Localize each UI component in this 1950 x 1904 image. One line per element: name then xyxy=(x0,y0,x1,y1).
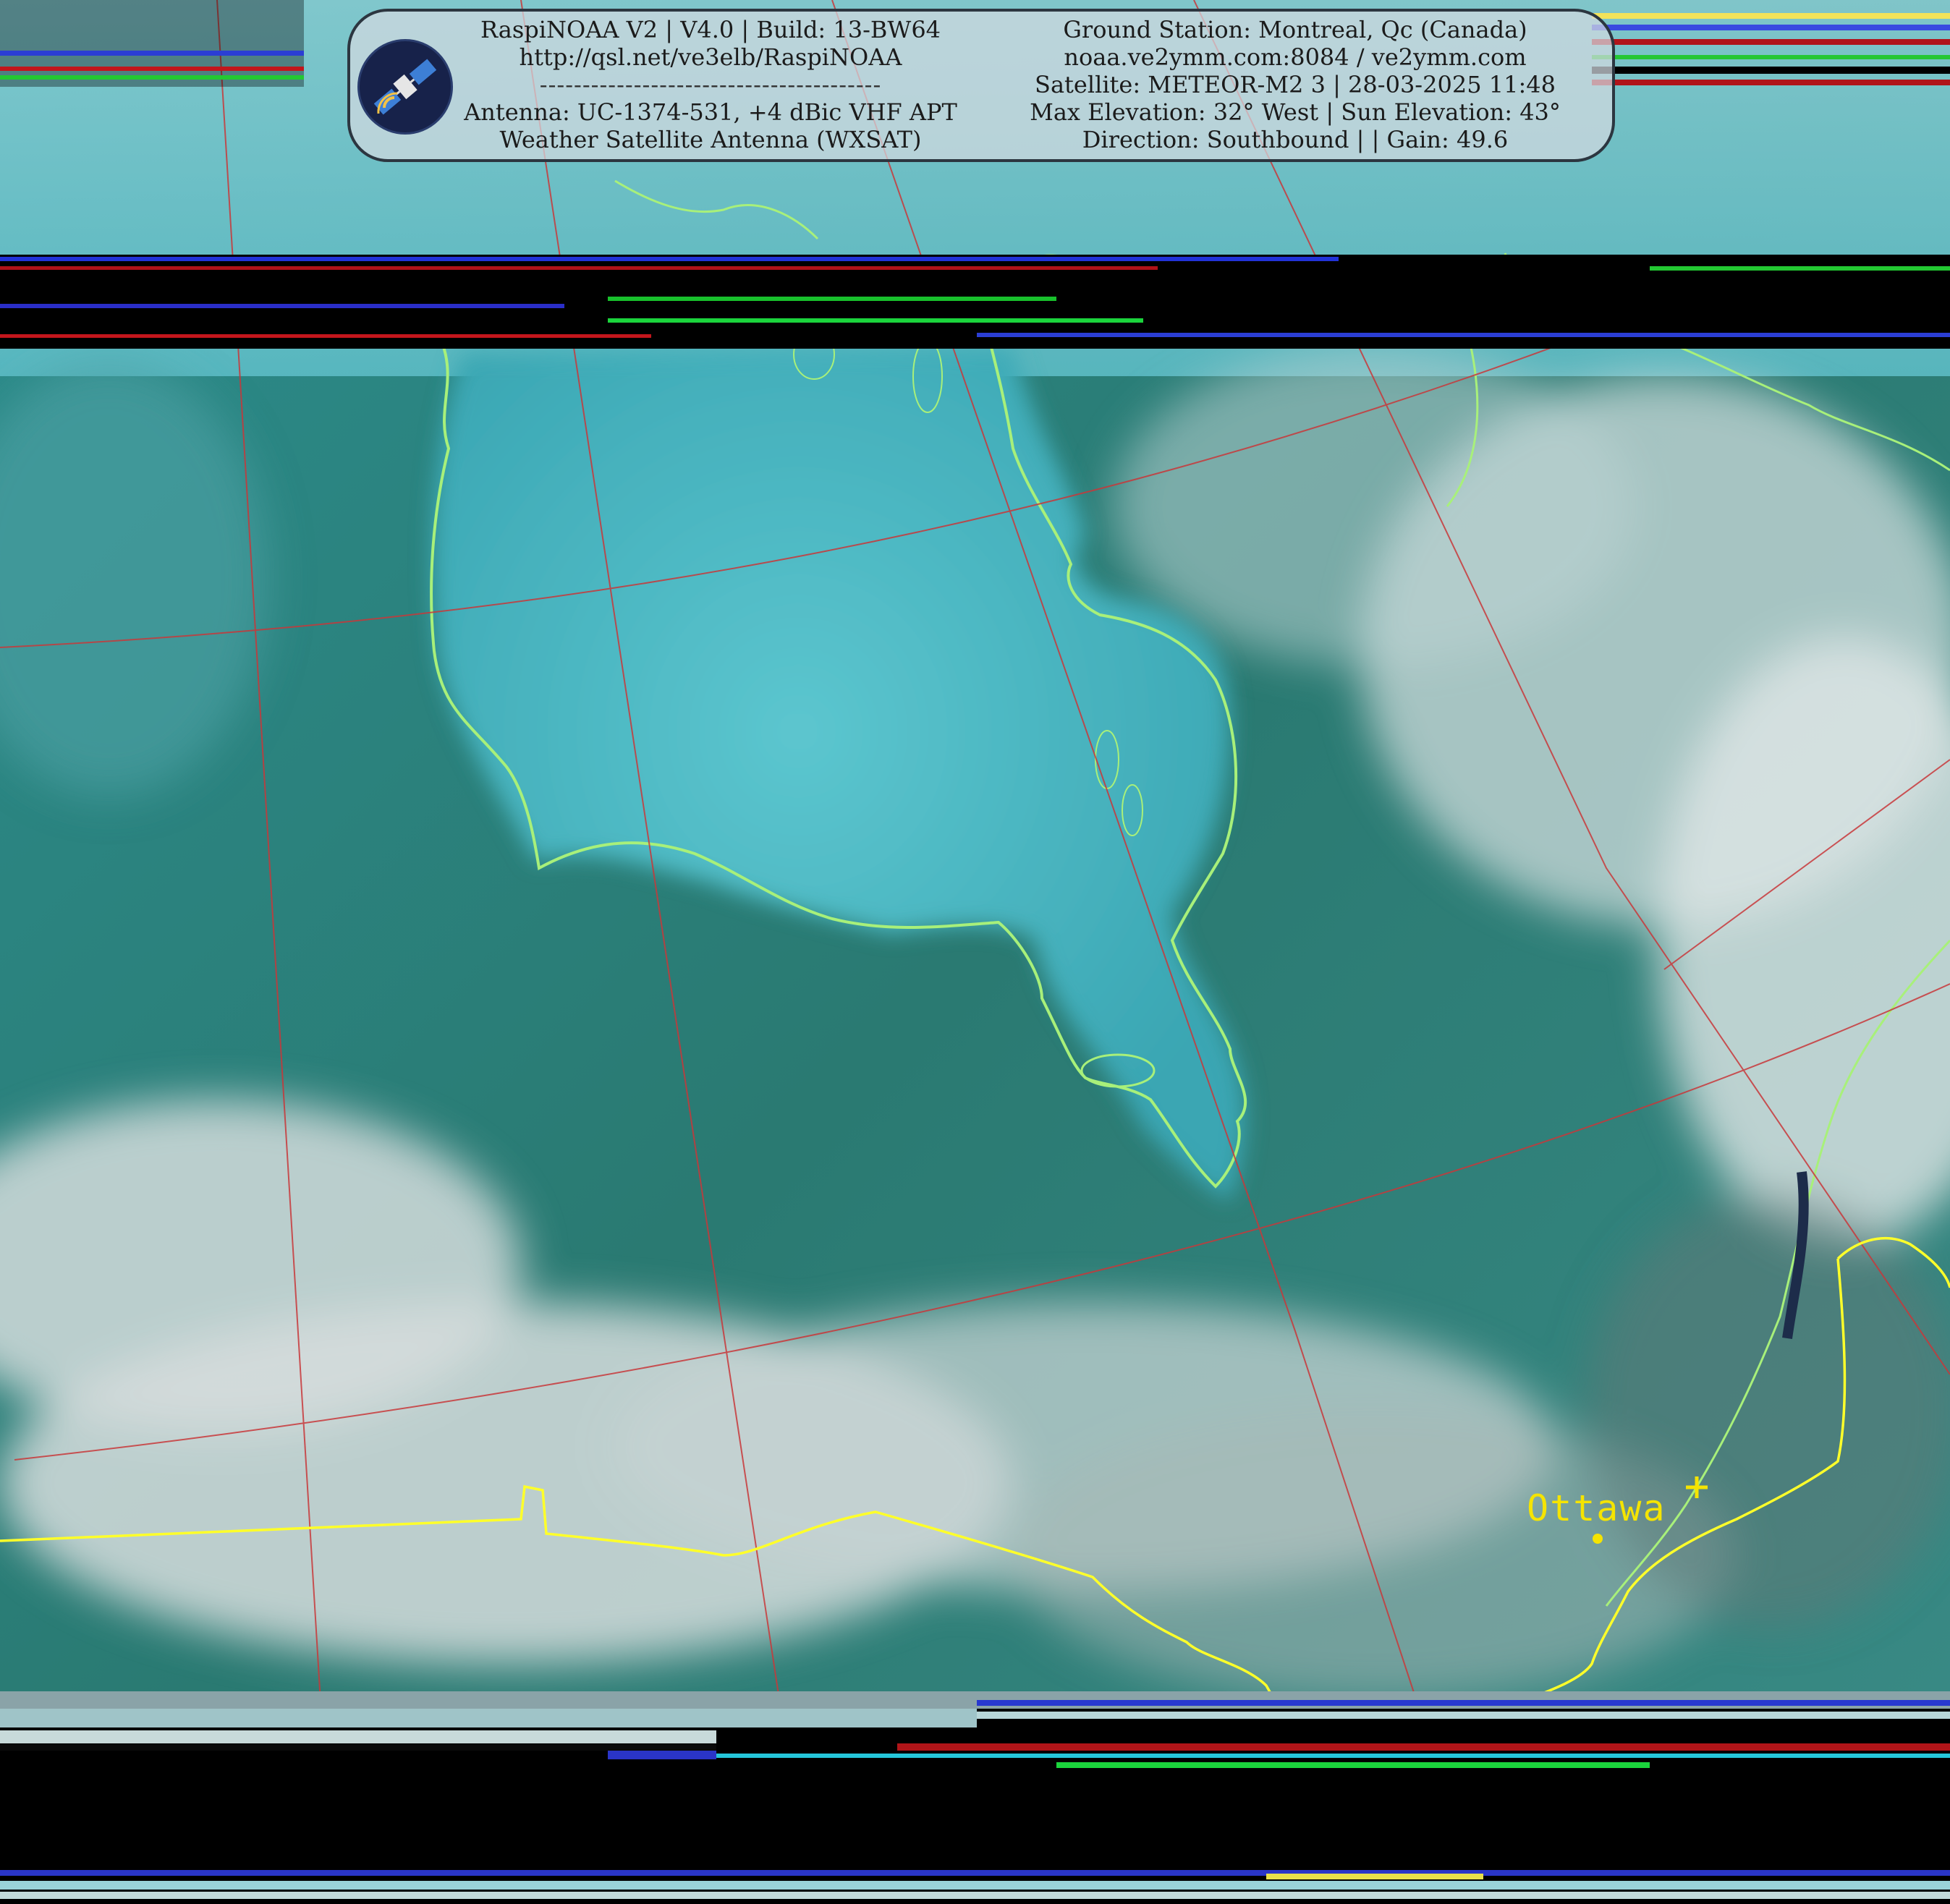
separator-line: ---------------------------------------- xyxy=(539,71,882,98)
satellite-icon xyxy=(357,39,453,135)
map-canvas xyxy=(0,0,1950,1904)
ground-station-line: Ground Station: Montreal, Qc (Canada) xyxy=(1063,16,1527,43)
antenna-line: Antenna: UC-1374-531, +4 dBic VHF APT xyxy=(464,98,957,126)
noise-band-bottom xyxy=(0,1691,1950,1904)
satellite-line: Satellite: METEOR-M2 3 | 28-03-2025 11:4… xyxy=(1035,71,1556,98)
satellite-image: RaspiNOAA V2 | V4.0 | Build: 13-BW64 htt… xyxy=(0,0,1950,1904)
direction-line: Direction: Southbound | | Gain: 49.6 xyxy=(1082,126,1509,153)
header-right-column: Ground Station: Montreal, Qc (Canada) no… xyxy=(999,16,1592,153)
city-label-ottawa: Ottawa xyxy=(1527,1487,1666,1529)
header-left-column: RaspiNOAA V2 | V4.0 | Build: 13-BW64 htt… xyxy=(457,16,964,153)
antenna-type-line: Weather Satellite Antenna (WXSAT) xyxy=(499,126,922,153)
elevation-line: Max Elevation: 32° West | Sun Elevation:… xyxy=(1030,98,1561,126)
station-url-line: noaa.ve2ymm.com:8084 / ve2ymm.com xyxy=(1064,43,1527,71)
software-line: RaspiNOAA V2 | V4.0 | Build: 13-BW64 xyxy=(480,16,941,43)
ottawa-dot xyxy=(1593,1534,1603,1544)
website-line: http://qsl.net/ve3elb/RaspiNOAA xyxy=(519,43,902,71)
